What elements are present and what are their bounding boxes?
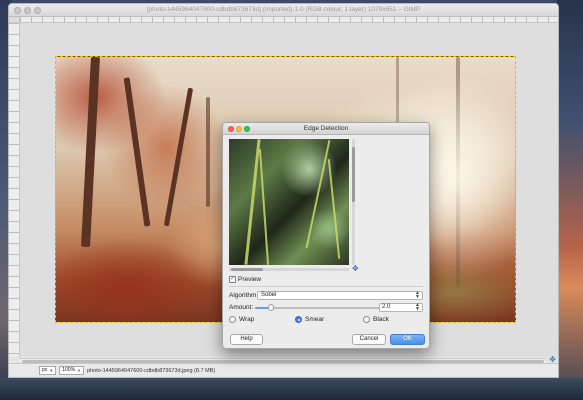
preview-vertical-scrollbar[interactable]	[352, 139, 355, 265]
scrollbar-thumb[interactable]	[352, 147, 355, 202]
desktop-wallpaper-right	[557, 0, 583, 400]
unit-value: px	[42, 367, 48, 373]
radio-black[interactable]: Black	[363, 316, 389, 323]
edge-line	[258, 149, 270, 265]
edge-line	[305, 139, 331, 249]
preview-area	[229, 139, 355, 271]
divider	[229, 286, 423, 287]
vertical-ruler[interactable]	[9, 23, 20, 357]
preview-label: Preview	[238, 276, 262, 283]
preview-horizontal-scrollbar[interactable]	[229, 268, 349, 271]
up-down-arrows-icon: ▲ ▼	[415, 302, 420, 312]
amount-slider-handle[interactable]	[268, 304, 275, 311]
image-info: photo-1445964047600-cdbdb873673d.jpeg (8…	[87, 367, 216, 374]
radio-label: Smear	[305, 316, 325, 323]
algorithm-value: Sobel	[261, 292, 277, 298]
radio-wrap[interactable]: Wrap	[229, 316, 254, 323]
edge-behavior-group: Wrap Smear Black	[229, 316, 423, 325]
radio-label: Black	[373, 316, 389, 323]
algorithm-label: Algorithm:	[229, 292, 259, 299]
radio-smear[interactable]: Smear	[295, 316, 324, 323]
radio-label: Wrap	[239, 316, 255, 323]
radio-button[interactable]	[295, 316, 302, 323]
tree-trunk	[206, 97, 210, 207]
amount-value: 2.0	[382, 304, 391, 310]
amount-slider[interactable]	[255, 304, 380, 311]
help-button[interactable]: Help	[230, 334, 263, 345]
desktop-wallpaper-bottom	[0, 378, 583, 400]
edge-detection-dialog: Edge Detection ✥ ✓ Preview Algorithm: So…	[222, 122, 430, 349]
amount-row: Amount: 2.0 ▲ ▼	[229, 303, 423, 312]
status-bar: px ▼ 100% ▼ photo-1445964047600-cdbdb87367…	[9, 363, 558, 377]
navigate-icon[interactable]: ✥	[352, 265, 359, 273]
zoom-value: 100%	[62, 367, 76, 373]
preview-toggle[interactable]: ✓ Preview	[229, 276, 261, 283]
chevron-down-icon: ▼	[49, 368, 54, 373]
window-title: [photo-1445964047600-cdbdb873673d] (impo…	[146, 6, 421, 13]
algorithm-select[interactable]: Sobel ▲ ▼	[257, 291, 423, 300]
ok-button[interactable]: OK	[390, 334, 425, 345]
radio-button[interactable]	[229, 316, 236, 323]
unit-select[interactable]: px ▼	[39, 366, 57, 375]
chevron-down-icon: ▼	[77, 368, 82, 373]
zoom-select[interactable]: 100% ▼	[59, 366, 85, 375]
amount-label: Amount:	[229, 304, 254, 311]
algorithm-row: Algorithm: Sobel ▲ ▼	[229, 291, 423, 300]
cancel-button[interactable]: Cancel	[352, 334, 386, 345]
radio-button[interactable]	[363, 316, 370, 323]
window-titlebar[interactable]: [photo-1445964047600-cdbdb873673d] (impo…	[9, 4, 558, 17]
edge-line	[244, 139, 261, 265]
dialog-titlebar[interactable]: Edge Detection	[223, 123, 429, 135]
scrollbar-thumb[interactable]	[231, 268, 263, 271]
edge-line	[327, 159, 341, 259]
preview-image[interactable]	[229, 139, 349, 265]
preview-checkbox[interactable]: ✓	[229, 276, 236, 283]
dialog-title: Edge Detection	[303, 125, 349, 132]
amount-spinbox[interactable]: 2.0 ▲ ▼	[379, 303, 423, 312]
up-down-arrows-icon: ▲ ▼	[415, 290, 420, 300]
